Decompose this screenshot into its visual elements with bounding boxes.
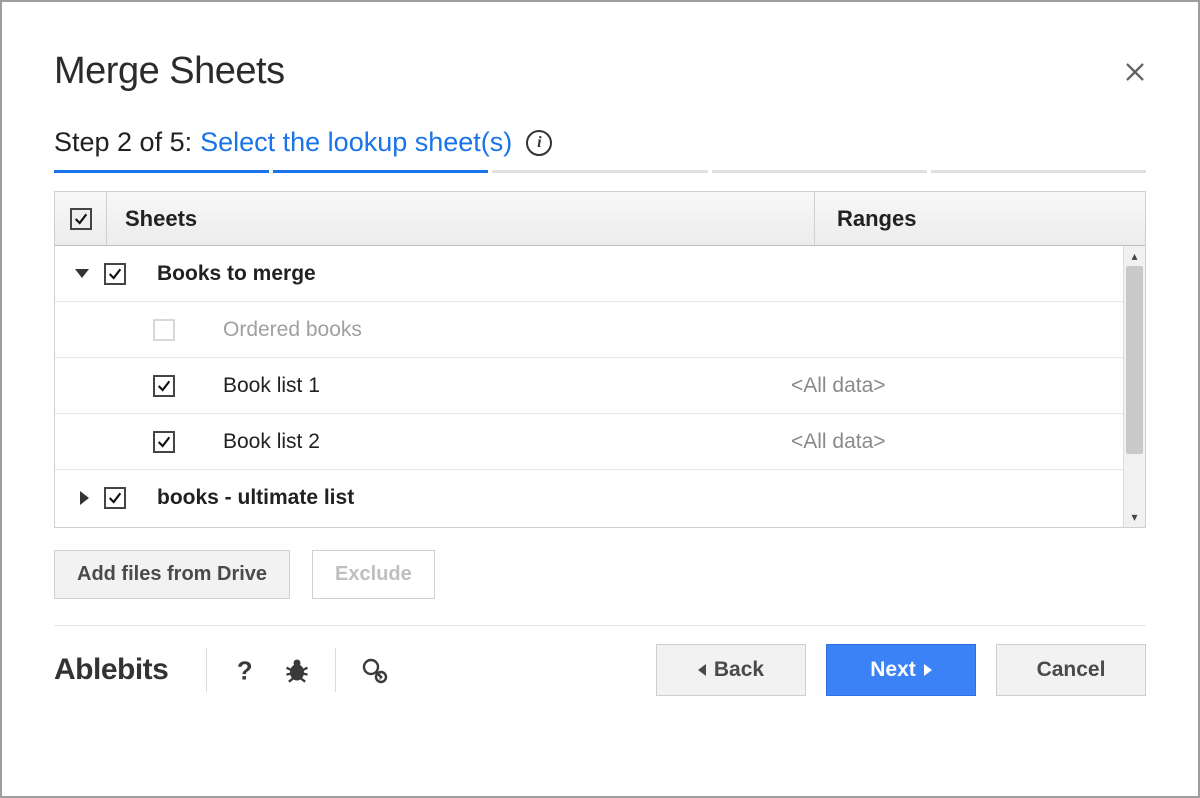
cancel-button[interactable]: Cancel bbox=[996, 644, 1146, 696]
vertical-scrollbar[interactable]: ▴ ▾ bbox=[1123, 246, 1145, 527]
sheet-checkbox[interactable] bbox=[153, 375, 175, 397]
brand-logo: Ablebits bbox=[54, 653, 194, 687]
group-checkbox[interactable] bbox=[104, 263, 126, 285]
progress-seg-5 bbox=[931, 170, 1146, 173]
close-icon[interactable] bbox=[1124, 61, 1146, 83]
chevron-right-icon bbox=[924, 664, 932, 676]
table-body: Books to merge Ordered books Book list 1… bbox=[55, 246, 1145, 528]
svg-text:i: i bbox=[379, 673, 381, 682]
exclude-button[interactable]: Exclude bbox=[312, 550, 435, 599]
help-icon[interactable]: ? bbox=[219, 656, 271, 684]
step-title: Select the lookup sheet(s) bbox=[200, 127, 512, 158]
group-name: books - ultimate list bbox=[141, 486, 791, 510]
next-button[interactable]: Next bbox=[826, 644, 976, 696]
progress-seg-2 bbox=[273, 170, 488, 173]
sheet-range[interactable]: <All data> bbox=[791, 430, 1121, 454]
search-info-icon[interactable]: i bbox=[348, 656, 400, 684]
column-header-sheets[interactable]: Sheets bbox=[107, 192, 815, 245]
cancel-button-label: Cancel bbox=[1037, 658, 1106, 682]
group-name: Books to merge bbox=[141, 262, 791, 286]
dialog-title: Merge Sheets bbox=[54, 50, 285, 93]
sheets-table: Sheets Ranges Books to merge Ordered boo… bbox=[54, 191, 1146, 528]
progress-seg-4 bbox=[712, 170, 927, 173]
sheet-checkbox[interactable] bbox=[153, 319, 175, 341]
progress-seg-3 bbox=[492, 170, 707, 173]
footer-divider bbox=[54, 625, 1146, 626]
step-progress bbox=[54, 170, 1146, 173]
bug-icon[interactable] bbox=[271, 656, 323, 684]
step-prefix: Step 2 of 5: bbox=[54, 127, 192, 158]
scroll-down-icon[interactable]: ▾ bbox=[1124, 507, 1145, 527]
next-button-label: Next bbox=[870, 658, 916, 682]
scroll-thumb[interactable] bbox=[1126, 266, 1143, 454]
group-books-ultimate-list[interactable]: books - ultimate list bbox=[55, 470, 1145, 526]
group-checkbox[interactable] bbox=[104, 487, 126, 509]
sheet-name: Ordered books bbox=[191, 318, 791, 342]
scroll-up-icon[interactable]: ▴ bbox=[1124, 246, 1145, 266]
back-button[interactable]: Back bbox=[656, 644, 806, 696]
sheet-row-ordered-books[interactable]: Ordered books bbox=[55, 302, 1145, 358]
sheet-row-book-list-2[interactable]: Book list 2 <All data> bbox=[55, 414, 1145, 470]
sheet-range[interactable]: <All data> bbox=[791, 374, 1121, 398]
caret-down-icon[interactable] bbox=[75, 269, 89, 278]
progress-seg-1 bbox=[54, 170, 269, 173]
step-heading: Step 2 of 5: Select the lookup sheet(s) bbox=[54, 127, 1146, 158]
sheet-checkbox[interactable] bbox=[153, 431, 175, 453]
sheet-name: Book list 2 bbox=[191, 430, 791, 454]
select-all-checkbox[interactable] bbox=[70, 208, 92, 230]
svg-text:?: ? bbox=[237, 657, 253, 684]
group-books-to-merge[interactable]: Books to merge bbox=[55, 246, 1145, 302]
back-button-label: Back bbox=[714, 658, 764, 682]
column-header-ranges[interactable]: Ranges bbox=[815, 192, 1145, 245]
caret-right-icon[interactable] bbox=[80, 491, 89, 505]
sheet-row-book-list-1[interactable]: Book list 1 <All data> bbox=[55, 358, 1145, 414]
table-header: Sheets Ranges bbox=[55, 192, 1145, 246]
add-files-from-drive-button[interactable]: Add files from Drive bbox=[54, 550, 290, 599]
info-icon[interactable] bbox=[526, 130, 552, 156]
sheet-name: Book list 1 bbox=[191, 374, 791, 398]
chevron-left-icon bbox=[698, 664, 706, 676]
